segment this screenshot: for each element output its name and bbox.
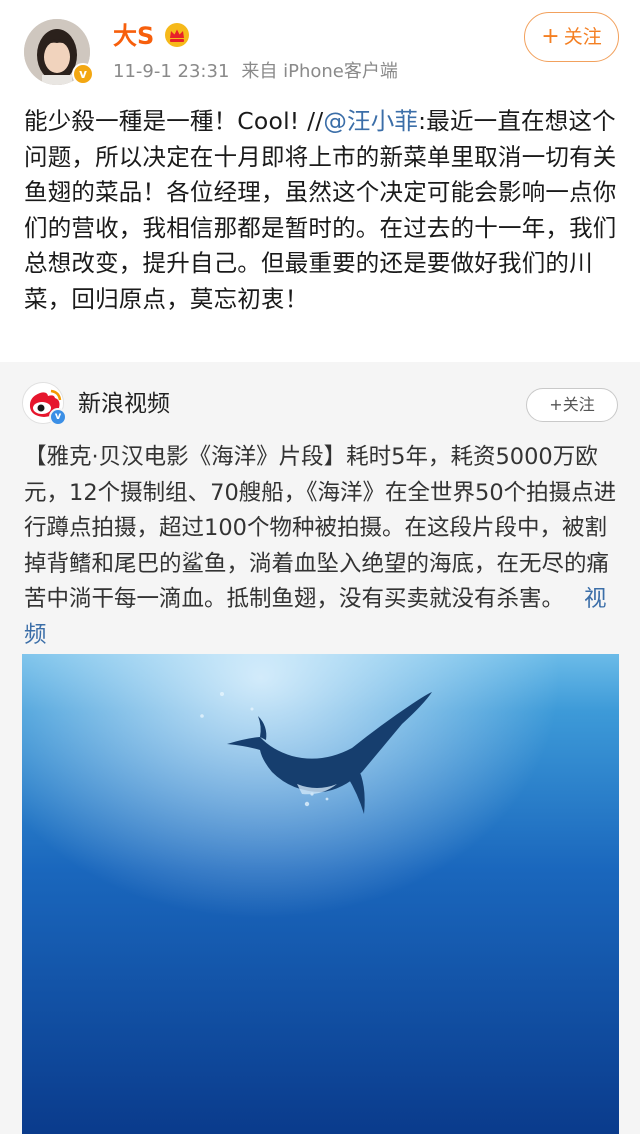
video-thumbnail[interactable]	[22, 654, 619, 1134]
follow-button[interactable]: + 关注	[524, 12, 619, 62]
author-name[interactable]: 大S	[113, 20, 154, 52]
plus-icon: +	[541, 24, 560, 49]
verified-badge-icon: v	[72, 63, 94, 85]
post-source: 来自 iPhone客户端	[241, 61, 398, 82]
mention-link[interactable]: @汪小菲	[323, 107, 418, 135]
post-text-before: 能少殺一種是一種！Cool! //	[24, 107, 324, 135]
post-header: v 大S 11-9-1 23:31 来自 iPhone客户端 + 关注	[0, 0, 640, 100]
repost-author-name[interactable]: 新浪视频	[78, 388, 170, 420]
post-time: 11-9-1 23:31	[113, 61, 230, 82]
post-text-after: :最近一直在想这个问题，所以决定在十月即将上市的新菜单里取消一切有关鱼翅的菜品！…	[24, 107, 617, 313]
repost-card[interactable]: v 新浪视频 +关注 【雅克·贝汉电影《海洋》片段】耗时5年，耗资5000万欧元…	[0, 362, 640, 1134]
repost-body: 【雅克·贝汉电影《海洋》片段】耗时5年，耗资5000万欧元，12个摄制组、70艘…	[24, 444, 617, 612]
repost-follow-button[interactable]: +关注	[526, 388, 618, 422]
repost-text: 【雅克·贝汉电影《海洋》片段】耗时5年，耗资5000万欧元，12个摄制组、70艘…	[24, 440, 618, 653]
post-meta: 11-9-1 23:31 来自 iPhone客户端	[113, 60, 398, 84]
repost-verified-icon: v	[49, 408, 67, 426]
plus-icon: +	[549, 395, 563, 414]
whale-underwater-image	[22, 654, 619, 1134]
follow-label: 关注	[563, 26, 602, 48]
crown-icon[interactable]	[164, 22, 190, 48]
repost-follow-label: 关注	[562, 395, 595, 414]
post-text: 能少殺一種是一種！Cool! //@汪小菲:最近一直在想这个问题，所以决定在十月…	[24, 104, 618, 317]
